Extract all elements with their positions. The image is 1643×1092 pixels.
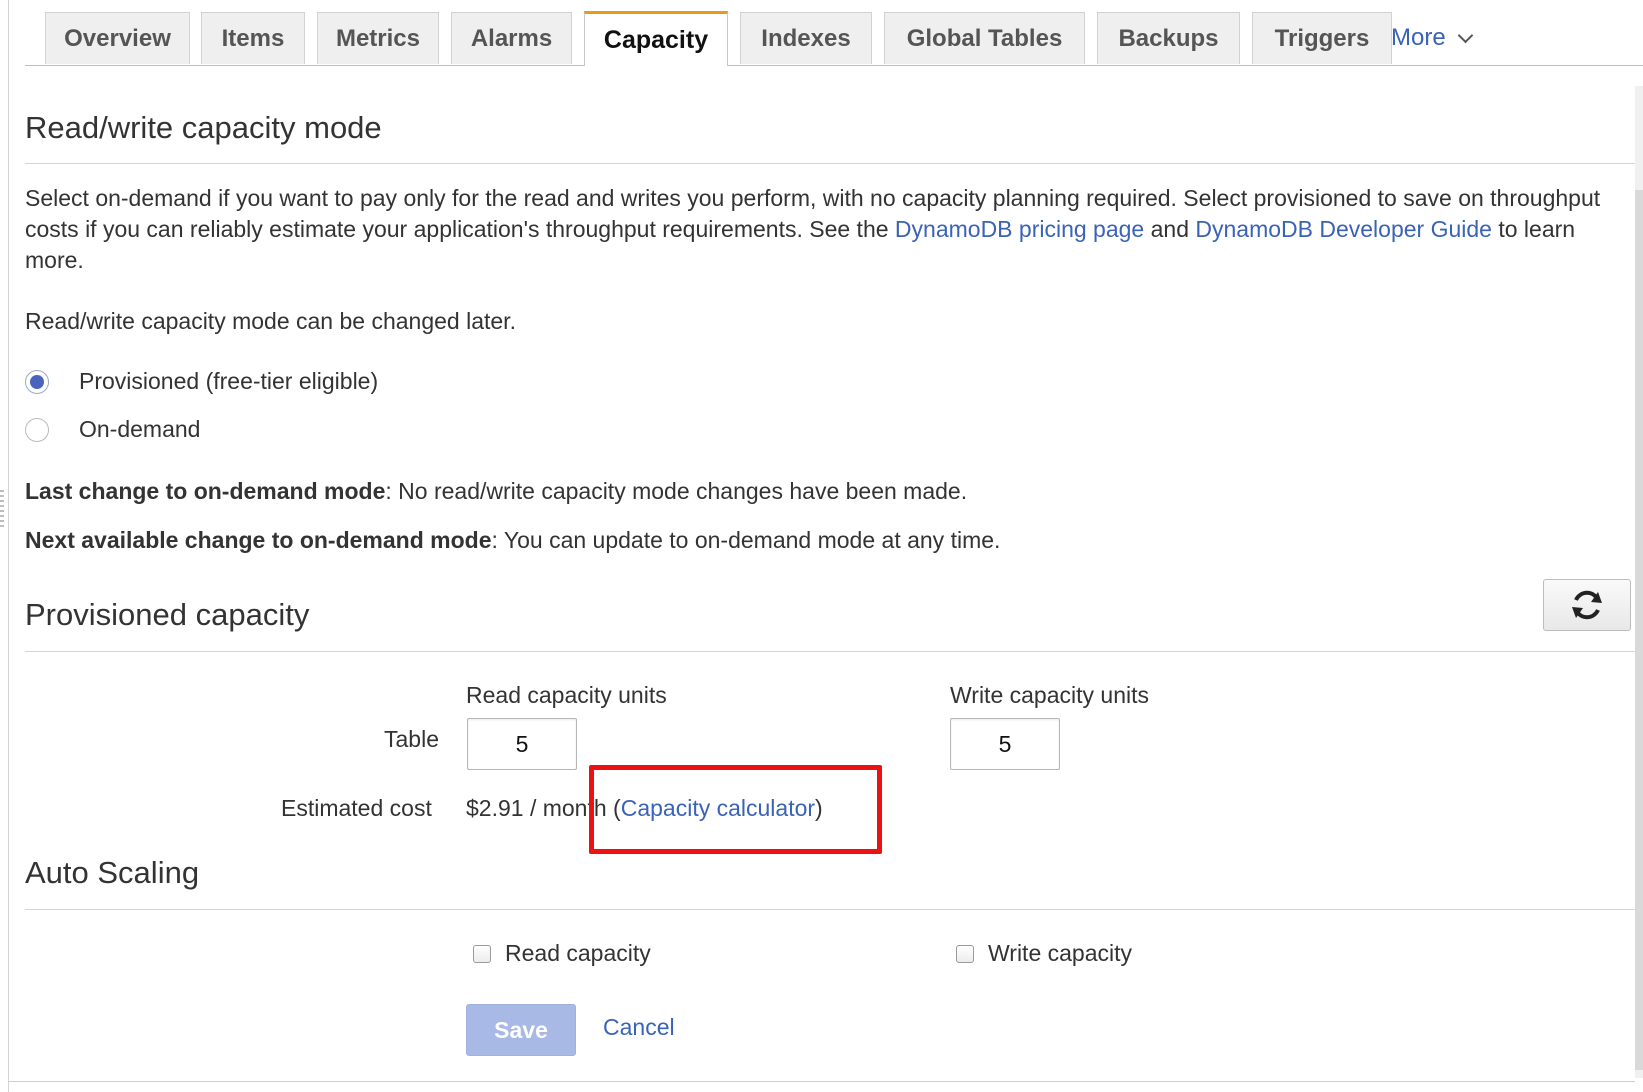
tab-overview[interactable]: Overview — [45, 12, 190, 64]
tab-label: Items — [221, 24, 285, 52]
provisioned-section-title: Provisioned capacity — [25, 597, 310, 632]
checkbox-label: Write capacity — [988, 940, 1133, 966]
tab-metrics[interactable]: Metrics — [317, 12, 439, 64]
save-button[interactable]: Save — [466, 1004, 576, 1056]
divider — [25, 163, 1635, 164]
autoscaling-section-title: Auto Scaling — [25, 855, 200, 890]
pricing-page-link[interactable]: DynamoDB pricing page — [895, 216, 1144, 242]
write-capacity-checkbox[interactable] — [956, 944, 974, 963]
paren: ) — [815, 795, 823, 821]
next-change-label: Next available change to on-demand mode — [25, 527, 492, 553]
divider — [25, 651, 1635, 652]
divider — [25, 909, 1635, 910]
paren: ( — [613, 795, 621, 821]
read-capacity-checkbox[interactable] — [473, 944, 491, 963]
table-row-label: Table — [384, 726, 439, 752]
tab-label: Backups — [1118, 24, 1219, 52]
read-capacity-checkbox-row[interactable]: Read capacity — [473, 940, 651, 967]
mode-description: Select on-demand if you want to pay only… — [25, 183, 1625, 276]
radio-button-checked[interactable] — [25, 369, 49, 394]
radio-provisioned[interactable]: Provisioned (free-tier eligible) — [25, 368, 378, 395]
cost-amount: $2.91 / month — [466, 795, 607, 821]
tab-capacity[interactable]: Capacity — [584, 11, 728, 66]
write-capacity-checkbox-row[interactable]: Write capacity — [956, 940, 1132, 967]
tab-triggers[interactable]: Triggers — [1252, 12, 1392, 64]
refresh-button[interactable] — [1543, 579, 1631, 631]
refresh-icon — [1572, 590, 1602, 620]
tab-label: Global Tables — [906, 24, 1063, 52]
tab-backups[interactable]: Backups — [1097, 12, 1240, 64]
capacity-calculator-link[interactable]: Capacity calculator — [621, 795, 815, 821]
tab-indexes[interactable]: Indexes — [740, 12, 872, 64]
panel-resize-handle[interactable] — [0, 490, 4, 530]
write-capacity-input[interactable] — [950, 718, 1060, 770]
developer-guide-link[interactable]: DynamoDB Developer Guide — [1195, 216, 1492, 242]
last-change-label: Last change to on-demand mode — [25, 478, 386, 504]
estimated-cost-label: Estimated cost — [281, 795, 432, 821]
last-change-value: : No read/write capacity mode changes ha… — [385, 478, 968, 504]
left-panel-edge — [0, 0, 9, 1092]
tab-label: Capacity — [603, 25, 709, 54]
mode-change-note: Read/write capacity mode can be changed … — [25, 308, 516, 334]
last-change-info: Last change to on-demand mode: No read/w… — [25, 478, 967, 505]
tab-label: Triggers — [1274, 24, 1370, 52]
tab-items[interactable]: Items — [201, 12, 305, 64]
next-change-value: : You can update to on-demand mode at an… — [491, 527, 1001, 553]
checkbox-label: Read capacity — [505, 940, 651, 966]
tab-label: Metrics — [335, 24, 421, 52]
tab-label: Alarms — [470, 24, 553, 52]
cancel-link[interactable]: Cancel — [603, 1014, 675, 1041]
tab-alarms[interactable]: Alarms — [451, 12, 572, 64]
mode-section-title: Read/write capacity mode — [25, 110, 382, 145]
scrollbar-thumb[interactable] — [1635, 190, 1643, 1070]
radio-label: On-demand — [79, 416, 201, 442]
tab-more-label: More — [1391, 24, 1446, 51]
write-capacity-header: Write capacity units — [950, 682, 1149, 708]
estimated-cost-value: $2.91 / month (Capacity calculator) — [466, 795, 823, 822]
next-change-info: Next available change to on-demand mode:… — [25, 527, 1000, 554]
tab-label: Indexes — [761, 24, 851, 52]
radio-on-demand[interactable]: On-demand — [25, 416, 200, 443]
description-text: and — [1144, 216, 1196, 242]
tab-global-tables[interactable]: Global Tables — [884, 12, 1085, 64]
radio-button[interactable] — [25, 417, 49, 442]
chevron-down-icon — [1457, 27, 1473, 43]
tab-bar: Overview Items Metrics Alarms Capacity I… — [25, 0, 1643, 66]
read-capacity-input[interactable] — [467, 718, 577, 770]
tab-label: Overview — [64, 24, 171, 52]
read-capacity-header: Read capacity units — [466, 682, 667, 708]
bottom-border — [8, 1081, 1635, 1082]
radio-label: Provisioned (free-tier eligible) — [79, 368, 379, 394]
tab-more-dropdown[interactable]: More — [1391, 12, 1473, 64]
